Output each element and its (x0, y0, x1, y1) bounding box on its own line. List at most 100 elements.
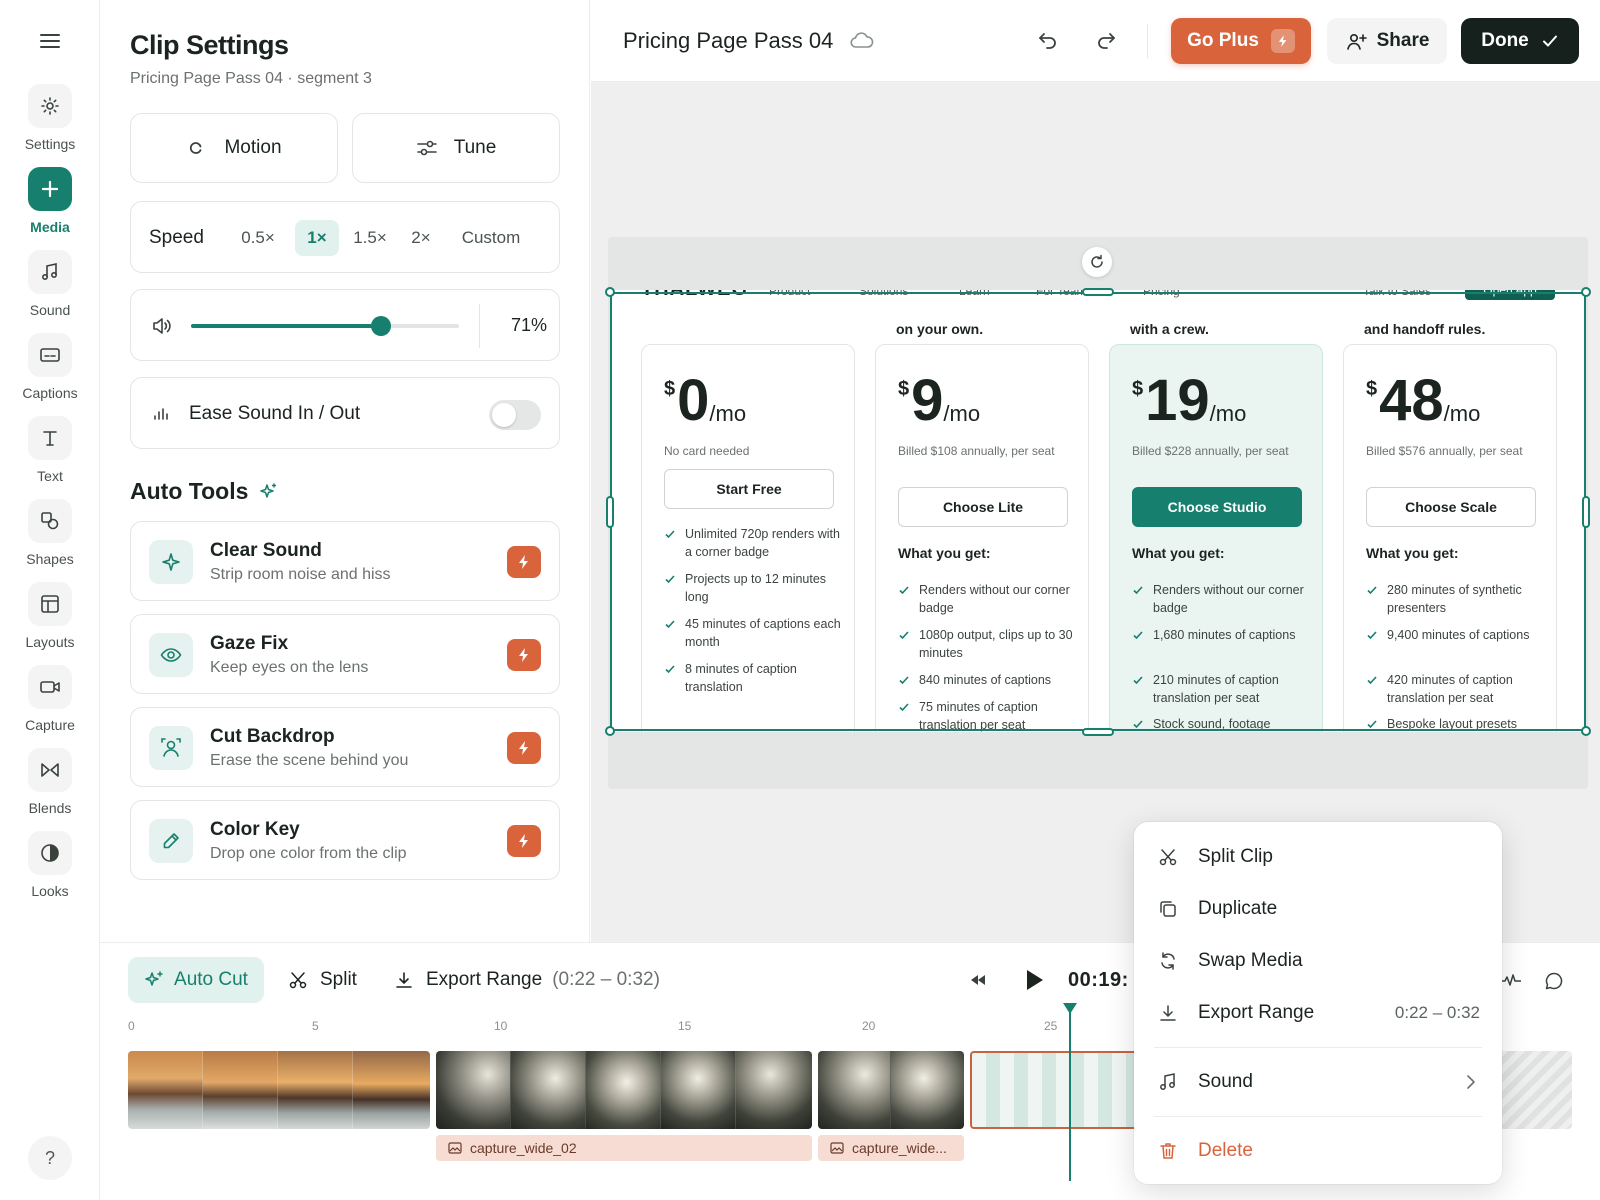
ease-toggle[interactable] (489, 400, 541, 430)
bolt-icon[interactable] (507, 639, 541, 671)
play-button[interactable] (1022, 967, 1046, 993)
speed-option-0.5x[interactable]: 0.5× (235, 220, 281, 256)
plan-price: $ 19 /mo (1132, 368, 1247, 433)
plan-what-you-get: What you get: (898, 545, 991, 561)
waveform-button[interactable] (1500, 971, 1522, 991)
ruler-tick-label: 20 (862, 1019, 876, 1033)
rail-item-settings[interactable]: Settings (0, 84, 100, 152)
tab-label: Tune (453, 137, 497, 158)
go-plus-button[interactable]: Go Plus (1171, 18, 1311, 64)
comment-button[interactable] (1544, 971, 1564, 991)
help-button[interactable]: ? (0, 1136, 100, 1180)
export-range-button[interactable]: Export Range (0:22 – 0:32) (394, 957, 660, 1003)
ruler-tick-label: 5 (312, 1019, 319, 1033)
tool-color-key[interactable]: Color Key Drop one color from the clip (130, 800, 560, 880)
timeline-clip-placeholder (1500, 1051, 1572, 1129)
project-title[interactable]: Pricing Page Pass 04 (623, 28, 833, 54)
rewind-icon (971, 975, 985, 985)
tool-subtitle: Keep eyes on the lens (210, 659, 369, 676)
menu-item-sound[interactable]: Sound (1134, 1057, 1502, 1107)
volume-slider-thumb[interactable] (371, 316, 392, 336)
site-open-app: Open App (1465, 290, 1555, 300)
site-nav-learn: Learn (959, 290, 990, 298)
bolt-icon (1270, 29, 1295, 53)
tab-tune[interactable]: Tune (352, 113, 560, 183)
tab-motion[interactable]: Motion (130, 113, 338, 183)
speed-option-custom[interactable]: Custom (453, 220, 529, 256)
tool-clear-sound[interactable]: Clear Sound Strip room noise and hiss (130, 521, 560, 601)
resize-handle[interactable] (1581, 287, 1591, 297)
menu-item-swap-media[interactable]: Swap Media (1134, 936, 1502, 986)
playhead[interactable] (1069, 1007, 1071, 1181)
rail-item-text[interactable]: Text (0, 416, 100, 484)
plan-feature: 420 minutes of caption translation per s… (1366, 671, 1546, 707)
volume-value: 71% (510, 315, 547, 335)
scissors-icon (1159, 849, 1177, 866)
rail-item-blends[interactable]: Blends (0, 748, 100, 816)
tool-cut-backdrop[interactable]: Cut Backdrop Erase the scene behind you (130, 707, 560, 787)
redo-button[interactable] (1094, 29, 1118, 53)
rail-item-looks[interactable]: Looks (0, 831, 100, 899)
resize-handle-top[interactable] (1082, 288, 1114, 296)
rail-item-layouts[interactable]: Layouts (0, 582, 100, 650)
rewind-button[interactable] (968, 970, 988, 990)
play-icon (1027, 970, 1043, 990)
tab-label: Motion (224, 137, 282, 158)
share-button[interactable]: Share (1327, 18, 1447, 64)
check-icon (1542, 35, 1557, 47)
menu-item-export-range[interactable]: Export Range 0:22 – 0:32 (1134, 988, 1502, 1038)
clip-label: capture_wide_02 (436, 1135, 812, 1161)
plan-heading: with a crew. (1130, 321, 1209, 337)
tool-gaze-fix[interactable]: Gaze Fix Keep eyes on the lens (130, 614, 560, 694)
volume-track[interactable] (191, 316, 459, 336)
selected-clip-preview[interactable]: THALWEG Product Solutions Learn For Team… (611, 290, 1585, 732)
plan-card-studio: with a crew. $ 19 /mo Billed $228 annual… (1109, 321, 1323, 732)
download-icon (1160, 1005, 1176, 1021)
resize-handle[interactable] (605, 726, 615, 736)
rail-item-shapes[interactable]: Shapes (0, 499, 100, 567)
rotate-icon (1091, 254, 1103, 268)
clip-settings-panel: Clip Settings Pricing Page Pass 04 · seg… (100, 0, 590, 942)
resize-handle[interactable] (1581, 726, 1591, 736)
rail-item-capture[interactable]: Capture (0, 665, 100, 733)
resize-handle[interactable] (605, 287, 615, 297)
menu-item-duplicate[interactable]: Duplicate (1134, 884, 1502, 934)
speed-option-2x[interactable]: 2× (403, 220, 439, 256)
resize-handle-left[interactable] (606, 496, 614, 528)
rail-item-captions[interactable]: Captions (0, 333, 100, 401)
eye-icon (149, 633, 193, 677)
resize-handle-bottom[interactable] (1082, 728, 1114, 736)
bolt-icon[interactable] (507, 546, 541, 578)
plan-billing: Billed $108 annually, per seat (898, 444, 1055, 458)
check-icon (665, 530, 675, 539)
rotate-handle[interactable] (1082, 247, 1112, 277)
plan-what-you-get: What you get: (1366, 545, 1459, 561)
playhead-marker-icon[interactable] (1063, 1003, 1077, 1015)
timeline-clip-sunset[interactable] (128, 1051, 430, 1129)
speed-option-1x[interactable]: 1× (295, 220, 339, 256)
speaker-icon (153, 318, 171, 334)
panel-subtitle: Pricing Page Pass 04 · segment 3 (130, 70, 372, 87)
resize-handle-right[interactable] (1582, 496, 1590, 528)
bolt-icon[interactable] (507, 732, 541, 764)
plan-feature: 75 minutes of caption translation per se… (898, 698, 1078, 732)
menu-button[interactable] (0, 30, 100, 52)
rail-item-sound[interactable]: Sound (0, 250, 100, 318)
split-button[interactable]: Split (288, 957, 357, 1003)
timeline-clip-capture-wide[interactable] (818, 1051, 964, 1129)
rail-item-media[interactable]: Media (0, 167, 100, 235)
speed-option-1.5x[interactable]: 1.5× (347, 220, 393, 256)
timeline-clip-capture-wide-02[interactable] (436, 1051, 812, 1129)
done-button[interactable]: Done (1461, 18, 1579, 64)
menu-item-split-clip[interactable]: Split Clip (1134, 832, 1502, 882)
check-icon (1367, 631, 1377, 640)
menu-divider (1154, 1116, 1482, 1117)
bolt-icon[interactable] (507, 825, 541, 857)
trash-icon (1160, 1143, 1176, 1159)
clip-context-menu: Split Clip Duplicate Swap Media Export R… (1134, 822, 1502, 1184)
menu-item-delete[interactable]: Delete (1134, 1126, 1502, 1176)
undo-button[interactable] (1036, 29, 1060, 53)
auto-cut-button[interactable]: Auto Cut (128, 957, 264, 1003)
timeline-clip-selected[interactable] (970, 1051, 1140, 1129)
check-icon (665, 620, 675, 629)
